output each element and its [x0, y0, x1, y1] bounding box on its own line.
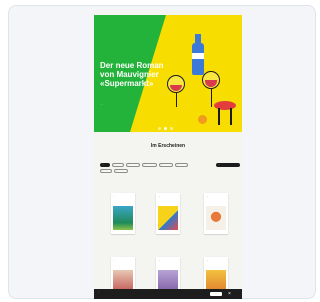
book-title: ··· [113, 260, 115, 262]
book-cover[interactable]: ··· [204, 193, 228, 234]
book-title: ··· [206, 260, 208, 262]
website-screenshot[interactable]: ··· Der neue Roman von Mauvignier «Super… [94, 10, 242, 299]
book-cover[interactable]: ··· [156, 193, 180, 234]
close-icon[interactable]: × [228, 290, 231, 298]
book-cover-art [206, 206, 226, 230]
glass-stem-illustration [176, 93, 177, 107]
hero-banner[interactable]: Der neue Roman von Mauvignier «Supermark… [94, 15, 242, 132]
book-cover[interactable]: ··· [111, 193, 135, 234]
bottle-label-illustration [192, 53, 204, 59]
sort-dropdown[interactable]: ··· [216, 163, 240, 167]
filter-chip[interactable]: ··· [175, 163, 188, 167]
carousel-dot-active[interactable] [164, 127, 167, 130]
filter-chip[interactable]: ··· [112, 163, 124, 167]
book-cover-art [113, 206, 133, 230]
cookie-banner: ··· ··· × [94, 289, 242, 299]
filter-bar: ··· ··· ··· ··· ··· ··· ··· ··· ··· [100, 161, 240, 175]
carousel-dot[interactable] [158, 127, 161, 130]
filter-chip-active[interactable]: ··· [100, 163, 110, 167]
filter-chip[interactable]: ··· [159, 163, 173, 167]
filter-chip[interactable]: ··· [126, 163, 140, 167]
filter-chip[interactable]: ··· [142, 163, 157, 167]
filter-chip[interactable]: ··· [114, 169, 128, 173]
stool-leg-illustration [218, 108, 220, 125]
book-cover-art [158, 206, 178, 230]
cookie-accept-button[interactable]: ··· [210, 292, 222, 296]
book-title: ··· [158, 260, 160, 262]
stool-leg-illustration [230, 108, 232, 125]
book-title: ··· [158, 196, 160, 198]
book-title: ··· [206, 196, 208, 198]
cookie-banner-text: ··· [98, 291, 100, 293]
section-title: Im Erscheinen [150, 143, 186, 149]
hero-subtitle: ··· [100, 102, 103, 106]
book-title: ··· [113, 196, 115, 198]
carousel-dot[interactable] [170, 127, 173, 130]
bottle-illustration [192, 43, 204, 75]
preview-card: ··· Der neue Roman von Mauvignier «Super… [8, 5, 316, 299]
glass-stem-illustration [211, 89, 212, 107]
filter-chip[interactable]: ··· [100, 169, 112, 173]
carousel-dots [158, 127, 173, 130]
orange-illustration [198, 115, 207, 124]
